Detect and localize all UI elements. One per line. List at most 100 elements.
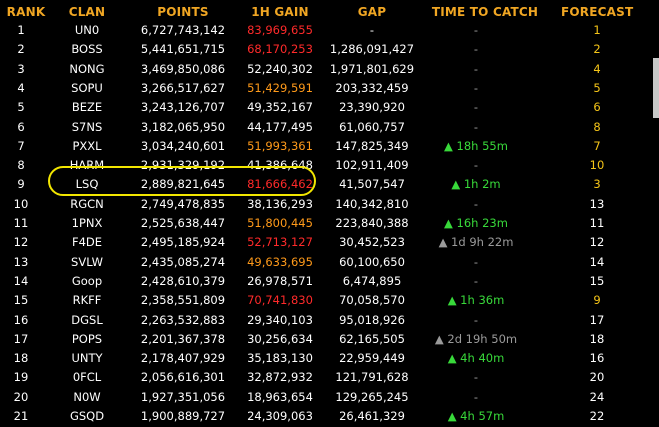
gain-cell: 32,872,932 [247,370,313,385]
table-row[interactable]: 4 SOPU 3,266,517,627 51,429,591 203,332,459 -… [0,78,646,99]
forecast-cell: 10 [589,158,605,173]
table-row[interactable]: 15 RKFF 2,358,551,809 70,741,830 70,058,570 ▲… [0,290,646,311]
table-row[interactable]: 10 RGCN 2,749,478,835 38,136,293 140,342,810… [0,194,646,215]
gap-cell: 1,286,091,427 [329,42,415,57]
table-row[interactable]: 20 N0W 1,927,351,056 18,963,654 129,265,245 -… [0,387,646,408]
gain-cell: 68,170,253 [247,42,313,57]
points-cell: 3,243,126,707 [140,100,226,115]
points-cell: 3,266,517,627 [140,80,226,95]
table-row[interactable]: 19 0FCL 2,056,616,301 32,872,932 121,791,628… [0,367,646,388]
forecast-cell: 16 [589,351,605,366]
clan-cell: SOPU [71,80,103,95]
header-1h-gain[interactable]: 1H GAIN [238,5,322,19]
forecast-cell: 5 [593,80,601,95]
forecast-cell: 13 [589,196,605,211]
header-gap[interactable]: GAP [322,5,422,19]
table-row[interactable]: 5 BEZE 3,243,126,707 49,352,167 23,390,920 - 6 [0,97,646,118]
gain-cell: 52,240,302 [247,61,313,76]
header-time-to-catch[interactable]: TIME TO CATCH [420,5,550,19]
gain-cell: 49,352,167 [247,100,313,115]
time-to-catch-cell: - [473,196,479,211]
points-cell: 5,441,651,715 [140,42,226,57]
time-to-catch-cell: ▲ 1h 2m [451,177,501,192]
points-cell: 1,927,351,056 [140,389,226,404]
gap-cell: 30,452,523 [339,235,405,250]
gap-cell: 70,058,570 [339,293,405,308]
gain-cell: 51,993,361 [247,138,313,153]
time-to-catch-cell: - [473,119,479,134]
forecast-cell: 1 [593,23,601,37]
time-to-catch-cell: ▲ 4h 40m [447,351,505,366]
header-clan[interactable]: CLAN [57,5,117,19]
table-row[interactable]: 2 BOSS 5,441,651,715 68,170,253 1,286,091,42… [0,39,646,60]
points-cell: 2,263,532,883 [140,312,226,327]
rank-cell: 4 [17,80,25,95]
rank-cell: 13 [13,254,29,269]
time-to-catch-cell: ▲ 1d 9h 22m [438,235,514,250]
rank-cell: 11 [13,216,29,230]
table-row[interactable]: 11 1PNX 2,525,638,447 51,800,445 223,840,388… [0,213,646,234]
gap-cell: 26,461,329 [339,409,405,423]
gain-cell: 35,183,130 [247,351,313,366]
time-to-catch-cell: ▲ 16h 23m [444,216,508,230]
gain-cell: 18,963,654 [247,389,313,404]
forecast-cell: 8 [593,119,601,134]
highlight-circle [48,166,316,196]
table-row[interactable]: 6 S7NS 3,182,065,950 44,177,495 61,060,757 - 8 [0,117,646,138]
table-row[interactable]: 13 SVLW 2,435,085,274 49,633,695 60,100,650 -… [0,252,646,273]
time-to-catch-cell: - [473,312,479,327]
points-cell: 1,900,889,727 [140,409,226,423]
table-row[interactable]: 3 NONG 3,469,850,086 52,240,302 1,971,801,62… [0,59,646,80]
gain-cell: 26,978,571 [247,273,313,288]
time-to-catch-cell: - [473,61,479,76]
rank-cell: 12 [13,235,29,250]
scrollbar-thumb[interactable] [653,58,659,118]
points-cell: 2,056,616,301 [140,370,226,385]
clan-cell: PXXL [72,138,102,153]
gap-cell: 22,959,449 [339,351,405,366]
clan-cell: N0W [73,389,101,404]
rank-cell: 3 [17,61,25,76]
clan-cell: RKFF [72,293,102,308]
clan-cell: 0FCL [72,370,102,385]
forecast-cell: 22 [589,409,605,423]
rank-cell: 2 [17,42,25,57]
table-row[interactable]: 7 PXXL 3,034,240,601 51,993,361 147,825,349 ▲… [0,136,646,157]
time-to-catch-cell: - [473,158,479,173]
rank-cell: 19 [13,370,29,385]
clan-cell: DGSL [71,312,103,327]
forecast-cell: 18 [589,331,605,346]
gain-cell: 38,136,293 [247,196,313,211]
gap-cell: 223,840,388 [335,216,409,230]
points-cell: 2,749,478,835 [140,196,226,211]
time-to-catch-cell: - [473,80,479,95]
table-row[interactable]: 12 F4DE 2,495,185,924 52,713,127 30,452,523 ▲… [0,232,646,253]
leaderboard: RANK CLAN POINTS 1H GAIN GAP TIME TO CAT… [0,0,659,424]
header-forecast[interactable]: FORECAST [561,5,633,19]
rank-cell: 7 [17,138,25,153]
points-cell: 2,428,610,379 [140,273,226,288]
forecast-cell: 2 [593,42,601,57]
forecast-cell: 7 [593,138,601,153]
rank-cell: 5 [17,100,25,115]
points-cell: 2,435,085,274 [140,254,226,269]
rank-cell: 18 [13,351,29,366]
table-row[interactable]: 16 DGSL 2,263,532,883 29,340,103 95,018,926 -… [0,310,646,331]
points-cell: 3,182,065,950 [140,119,226,134]
time-to-catch-cell: ▲ 1h 36m [447,293,505,308]
table-row[interactable]: 17 POPS 2,201,367,378 30,256,634 62,165,505 ▲… [0,329,646,350]
gap-cell: 140,342,810 [335,196,409,211]
header-points[interactable]: POINTS [137,5,229,19]
gap-cell: 102,911,409 [335,158,409,173]
points-cell: 2,201,367,378 [140,331,226,346]
header-rank[interactable]: RANK [6,5,46,19]
clan-cell: GSQD [69,409,105,423]
gap-cell: 6,474,895 [342,273,402,288]
table-row[interactable]: 14 Goop 2,428,610,379 26,978,571 6,474,895 - 1… [0,271,646,292]
clan-cell: BEZE [71,100,103,115]
table-row[interactable]: 18 UNTY 2,178,407,929 35,183,130 22,959,449 ▲… [0,348,646,369]
gap-cell: 95,018,926 [339,312,405,327]
gain-cell: 44,177,495 [247,119,313,134]
table-row[interactable]: 1 UN0 6,727,743,142 83,969,655 - - 1 [0,20,646,41]
time-to-catch-cell: - [473,100,479,115]
